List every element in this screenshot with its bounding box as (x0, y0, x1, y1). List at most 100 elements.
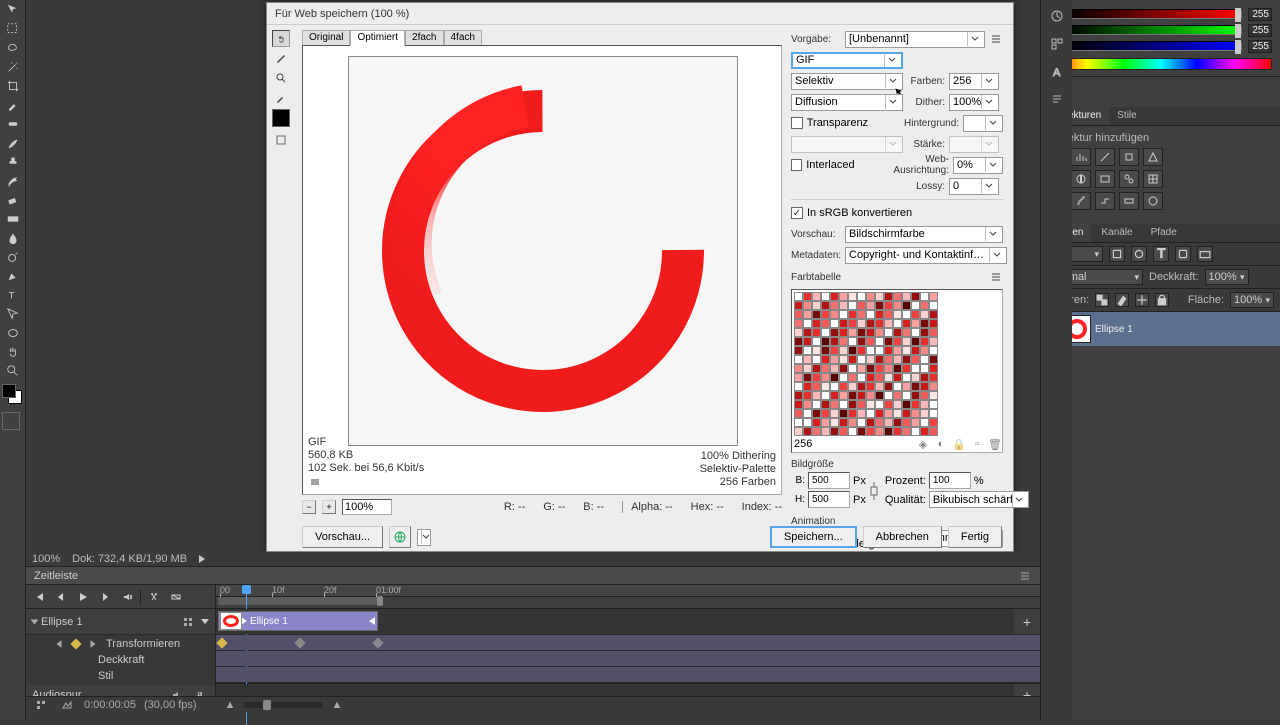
eraser-tool[interactable] (2, 191, 24, 209)
zoom-icon[interactable] (272, 69, 290, 87)
eyedropper-tool[interactable] (2, 96, 24, 114)
adj-curves-icon[interactable] (1095, 148, 1115, 166)
browser-preview-icon[interactable] (389, 526, 411, 548)
marquee-tool[interactable] (2, 20, 24, 38)
adj-bw-icon[interactable] (1071, 170, 1091, 188)
adj-mixer-icon[interactable] (1119, 170, 1139, 188)
preset-select[interactable]: [Unbenannt] (845, 31, 985, 48)
video-clip[interactable]: Ellipse 1 (218, 611, 378, 631)
work-area[interactable] (218, 597, 380, 605)
ct-lock-icon[interactable]: 🔒 (954, 439, 964, 449)
adj-lut-icon[interactable] (1143, 170, 1163, 188)
filter-type-icon[interactable]: T (1153, 246, 1169, 262)
tl-zoom-out-icon[interactable]: ▲ (225, 699, 236, 711)
save-button[interactable]: Speichern... (770, 526, 857, 548)
tab-optimiert[interactable]: Optimiert (350, 30, 405, 46)
preset-menu-icon[interactable] (989, 32, 1003, 46)
tab-kanale[interactable]: Kanäle (1093, 224, 1140, 242)
adj-poster-icon[interactable] (1071, 192, 1091, 210)
tab-2fach[interactable]: 2fach (405, 30, 443, 46)
height-input[interactable] (808, 491, 850, 508)
slice-visibility-icon[interactable] (272, 131, 290, 149)
tab-pfade[interactable]: Pfade (1143, 224, 1185, 242)
adj-vibrance-icon[interactable] (1143, 148, 1163, 166)
filter-pixel-icon[interactable] (1109, 246, 1125, 262)
dither-select[interactable]: 100% (949, 94, 999, 111)
adj-levels-icon[interactable] (1071, 148, 1091, 166)
tl-first-icon[interactable] (30, 588, 48, 606)
type-tool[interactable]: T (2, 286, 24, 304)
colortable-menu-icon[interactable] (989, 270, 1003, 284)
ct-diamond-icon[interactable]: ◈ (918, 439, 928, 449)
hand-tool[interactable] (2, 343, 24, 361)
preview-button[interactable]: Vorschau... (302, 526, 383, 548)
cancel-button[interactable]: Abbrechen (863, 526, 942, 548)
path-tool[interactable] (2, 305, 24, 323)
adj-thresh-icon[interactable] (1095, 192, 1115, 210)
dock-swatches-icon[interactable] (1045, 32, 1069, 56)
shape-tool[interactable] (2, 324, 24, 342)
dock-history-icon[interactable] (1045, 4, 1069, 28)
dither-algo-select[interactable]: Diffusion (791, 94, 903, 111)
reduction-select[interactable]: Selektiv (791, 73, 903, 90)
tl-mute-icon[interactable] (118, 588, 136, 606)
browser-select[interactable] (417, 529, 431, 546)
track-disclose-icon[interactable] (31, 619, 39, 624)
tl-zoom-in-icon[interactable]: ▲ (331, 699, 342, 711)
status-expand-icon[interactable] (199, 555, 205, 563)
history-brush-tool[interactable] (2, 172, 24, 190)
lock-pixel-icon[interactable] (1115, 293, 1129, 307)
dock-char-icon[interactable]: A (1045, 60, 1069, 84)
zoom-tool[interactable] (2, 362, 24, 380)
format-select[interactable]: GIF (791, 52, 903, 69)
lossy-select[interactable]: 0 (949, 178, 999, 195)
filter-smart-icon[interactable] (1197, 246, 1213, 262)
track-grid-icon[interactable] (179, 613, 197, 631)
metadata-select[interactable]: Copyright- und Kontaktinformationen (845, 247, 1007, 264)
interlaced-checkbox[interactable] (791, 159, 802, 171)
tab-original[interactable]: Original (302, 30, 350, 46)
add-track-icon[interactable]: + (1020, 615, 1034, 629)
preview-select[interactable]: Bildschirmfarbe (845, 226, 1003, 243)
g-slider[interactable] (1065, 25, 1242, 35)
lasso-tool[interactable] (2, 39, 24, 57)
ct-shift-icon[interactable]: ◐ (936, 439, 946, 449)
quality-select[interactable]: Bikubisch schärfer (929, 491, 1029, 508)
r-slider[interactable] (1065, 9, 1242, 19)
zoom-select[interactable]: 100% (342, 499, 392, 515)
spectrum-bar[interactable] (1049, 58, 1272, 70)
move-tool[interactable] (2, 1, 24, 19)
percent-input[interactable] (929, 472, 971, 489)
width-input[interactable] (808, 472, 850, 489)
lock-all-icon[interactable] (1155, 293, 1169, 307)
blur-tool[interactable] (2, 229, 24, 247)
layer-fill-input[interactable]: 100%▾ (1230, 292, 1274, 308)
filter-shape-icon[interactable] (1175, 246, 1191, 262)
websnap-select[interactable]: 0% (953, 157, 1003, 174)
tab-stile[interactable]: Stile (1109, 107, 1144, 125)
kf-diamond-icon[interactable] (70, 638, 81, 649)
zoom-in-icon[interactable]: + (322, 500, 336, 514)
timeline-menu-icon[interactable] (1018, 569, 1032, 583)
zoom-out-icon[interactable]: − (302, 500, 316, 514)
tl-split-icon[interactable] (145, 588, 163, 606)
tab-4fach[interactable]: 4fach (444, 30, 482, 46)
color-table[interactable]: 256 ◈ ◐ 🔒 ▫ 🗑 (791, 289, 1003, 453)
stamp-tool[interactable] (2, 153, 24, 171)
tl-next-icon[interactable] (96, 588, 114, 606)
ct-trash-icon[interactable]: 🗑 (990, 439, 1000, 449)
tl-prev-icon[interactable] (52, 588, 70, 606)
timeline-ruler[interactable]: 00 10f 20f 01:00f (216, 585, 1040, 597)
track-menu-icon[interactable] (201, 619, 209, 624)
quick-mask-icon[interactable] (2, 412, 20, 430)
layer-opacity-input[interactable]: 100%▾ (1205, 269, 1249, 285)
adj-selective-icon[interactable] (1143, 192, 1163, 210)
adj-photo-icon[interactable] (1095, 170, 1115, 188)
ct-new-icon[interactable]: ▫ (972, 439, 982, 449)
gradient-tool[interactable] (2, 210, 24, 228)
dodge-tool[interactable] (2, 248, 24, 266)
colors-select[interactable]: 256 (949, 73, 999, 90)
eyedropper-icon[interactable] (272, 89, 290, 107)
tl-zoom-slider[interactable] (243, 702, 323, 708)
eyedropper-color[interactable] (272, 109, 290, 127)
